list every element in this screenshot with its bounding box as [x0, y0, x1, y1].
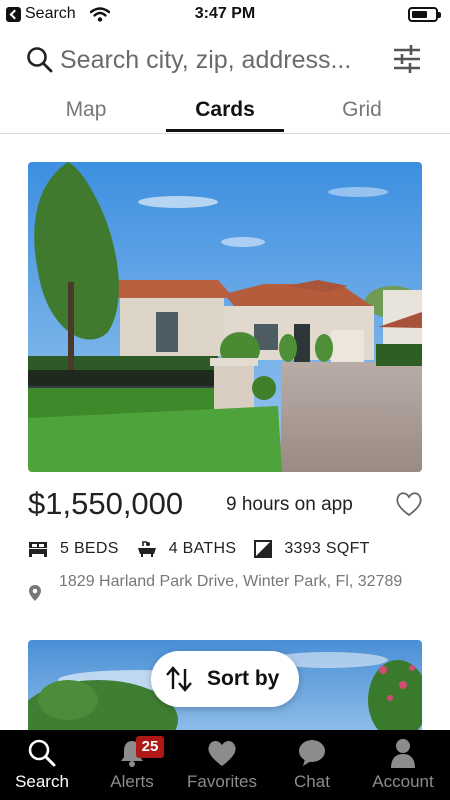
- nav-favorites[interactable]: Favorites: [182, 730, 262, 800]
- nav-alerts[interactable]: 25 Alerts: [100, 730, 164, 800]
- sqft-feature: 3393 SQFT: [254, 540, 369, 558]
- bathtub-icon: [137, 541, 156, 557]
- nav-chat-label: Chat: [294, 772, 330, 791]
- chat-bubble-icon: [299, 740, 325, 766]
- location-pin-icon: [29, 585, 41, 601]
- nav-alerts-label: Alerts: [110, 772, 154, 791]
- area-square-icon: [254, 540, 273, 558]
- tab-cards[interactable]: Cards: [166, 98, 284, 122]
- heart-icon: [208, 740, 236, 766]
- search-bar: [0, 38, 450, 84]
- nav-account[interactable]: Account: [362, 730, 444, 800]
- listing-price-row: $1,550,000 9 hours on app: [28, 486, 428, 526]
- nav-favorites-label: Favorites: [187, 772, 257, 791]
- beds-feature: 5 BEDS: [28, 540, 119, 558]
- time-on-app: 9 hours on app: [226, 494, 353, 515]
- person-icon: [391, 739, 415, 768]
- baths-label: 4 BATHS: [168, 540, 237, 557]
- filter-sliders-icon[interactable]: [392, 44, 422, 74]
- status-time: 3:47 PM: [194, 5, 256, 22]
- sort-by-button[interactable]: Sort by: [151, 651, 299, 707]
- status-bar: Search 3:47 PM: [0, 0, 450, 30]
- view-tabs: Map Cards Grid: [0, 92, 450, 134]
- heart-icon[interactable]: [394, 490, 424, 518]
- nav-chat[interactable]: Chat: [280, 730, 344, 800]
- listing-address: 1829 Harland Park Drive, Winter Park, Fl…: [59, 573, 403, 590]
- bed-icon: [29, 542, 47, 557]
- nav-search[interactable]: Search: [6, 730, 78, 800]
- active-tab-indicator: [166, 129, 284, 132]
- tab-grid[interactable]: Grid: [318, 98, 406, 122]
- search-icon: [27, 47, 53, 73]
- house-photo-image: [28, 162, 422, 472]
- sort-arrows-icon: [166, 666, 192, 692]
- search-icon: [28, 739, 56, 767]
- sort-by-label: Sort by: [207, 667, 280, 690]
- listing-features: 5 BEDS 4 BATHS 3393 SQFT: [28, 538, 428, 560]
- alerts-count-badge: 25: [136, 736, 164, 758]
- nav-search-label: Search: [15, 772, 69, 791]
- battery-icon: [408, 7, 441, 22]
- sqft-label: 3393 SQFT: [284, 540, 370, 557]
- beds-label: 5 BEDS: [60, 540, 119, 557]
- bottom-navigation: Search 25 Alerts Favorites Chat Account: [0, 730, 450, 800]
- listing-price: $1,550,000: [28, 486, 184, 521]
- search-input[interactable]: [60, 42, 380, 78]
- tab-map[interactable]: Map: [40, 98, 132, 122]
- listing-photo[interactable]: [28, 162, 422, 472]
- baths-feature: 4 BATHS: [137, 540, 237, 558]
- nav-account-label: Account: [372, 772, 434, 791]
